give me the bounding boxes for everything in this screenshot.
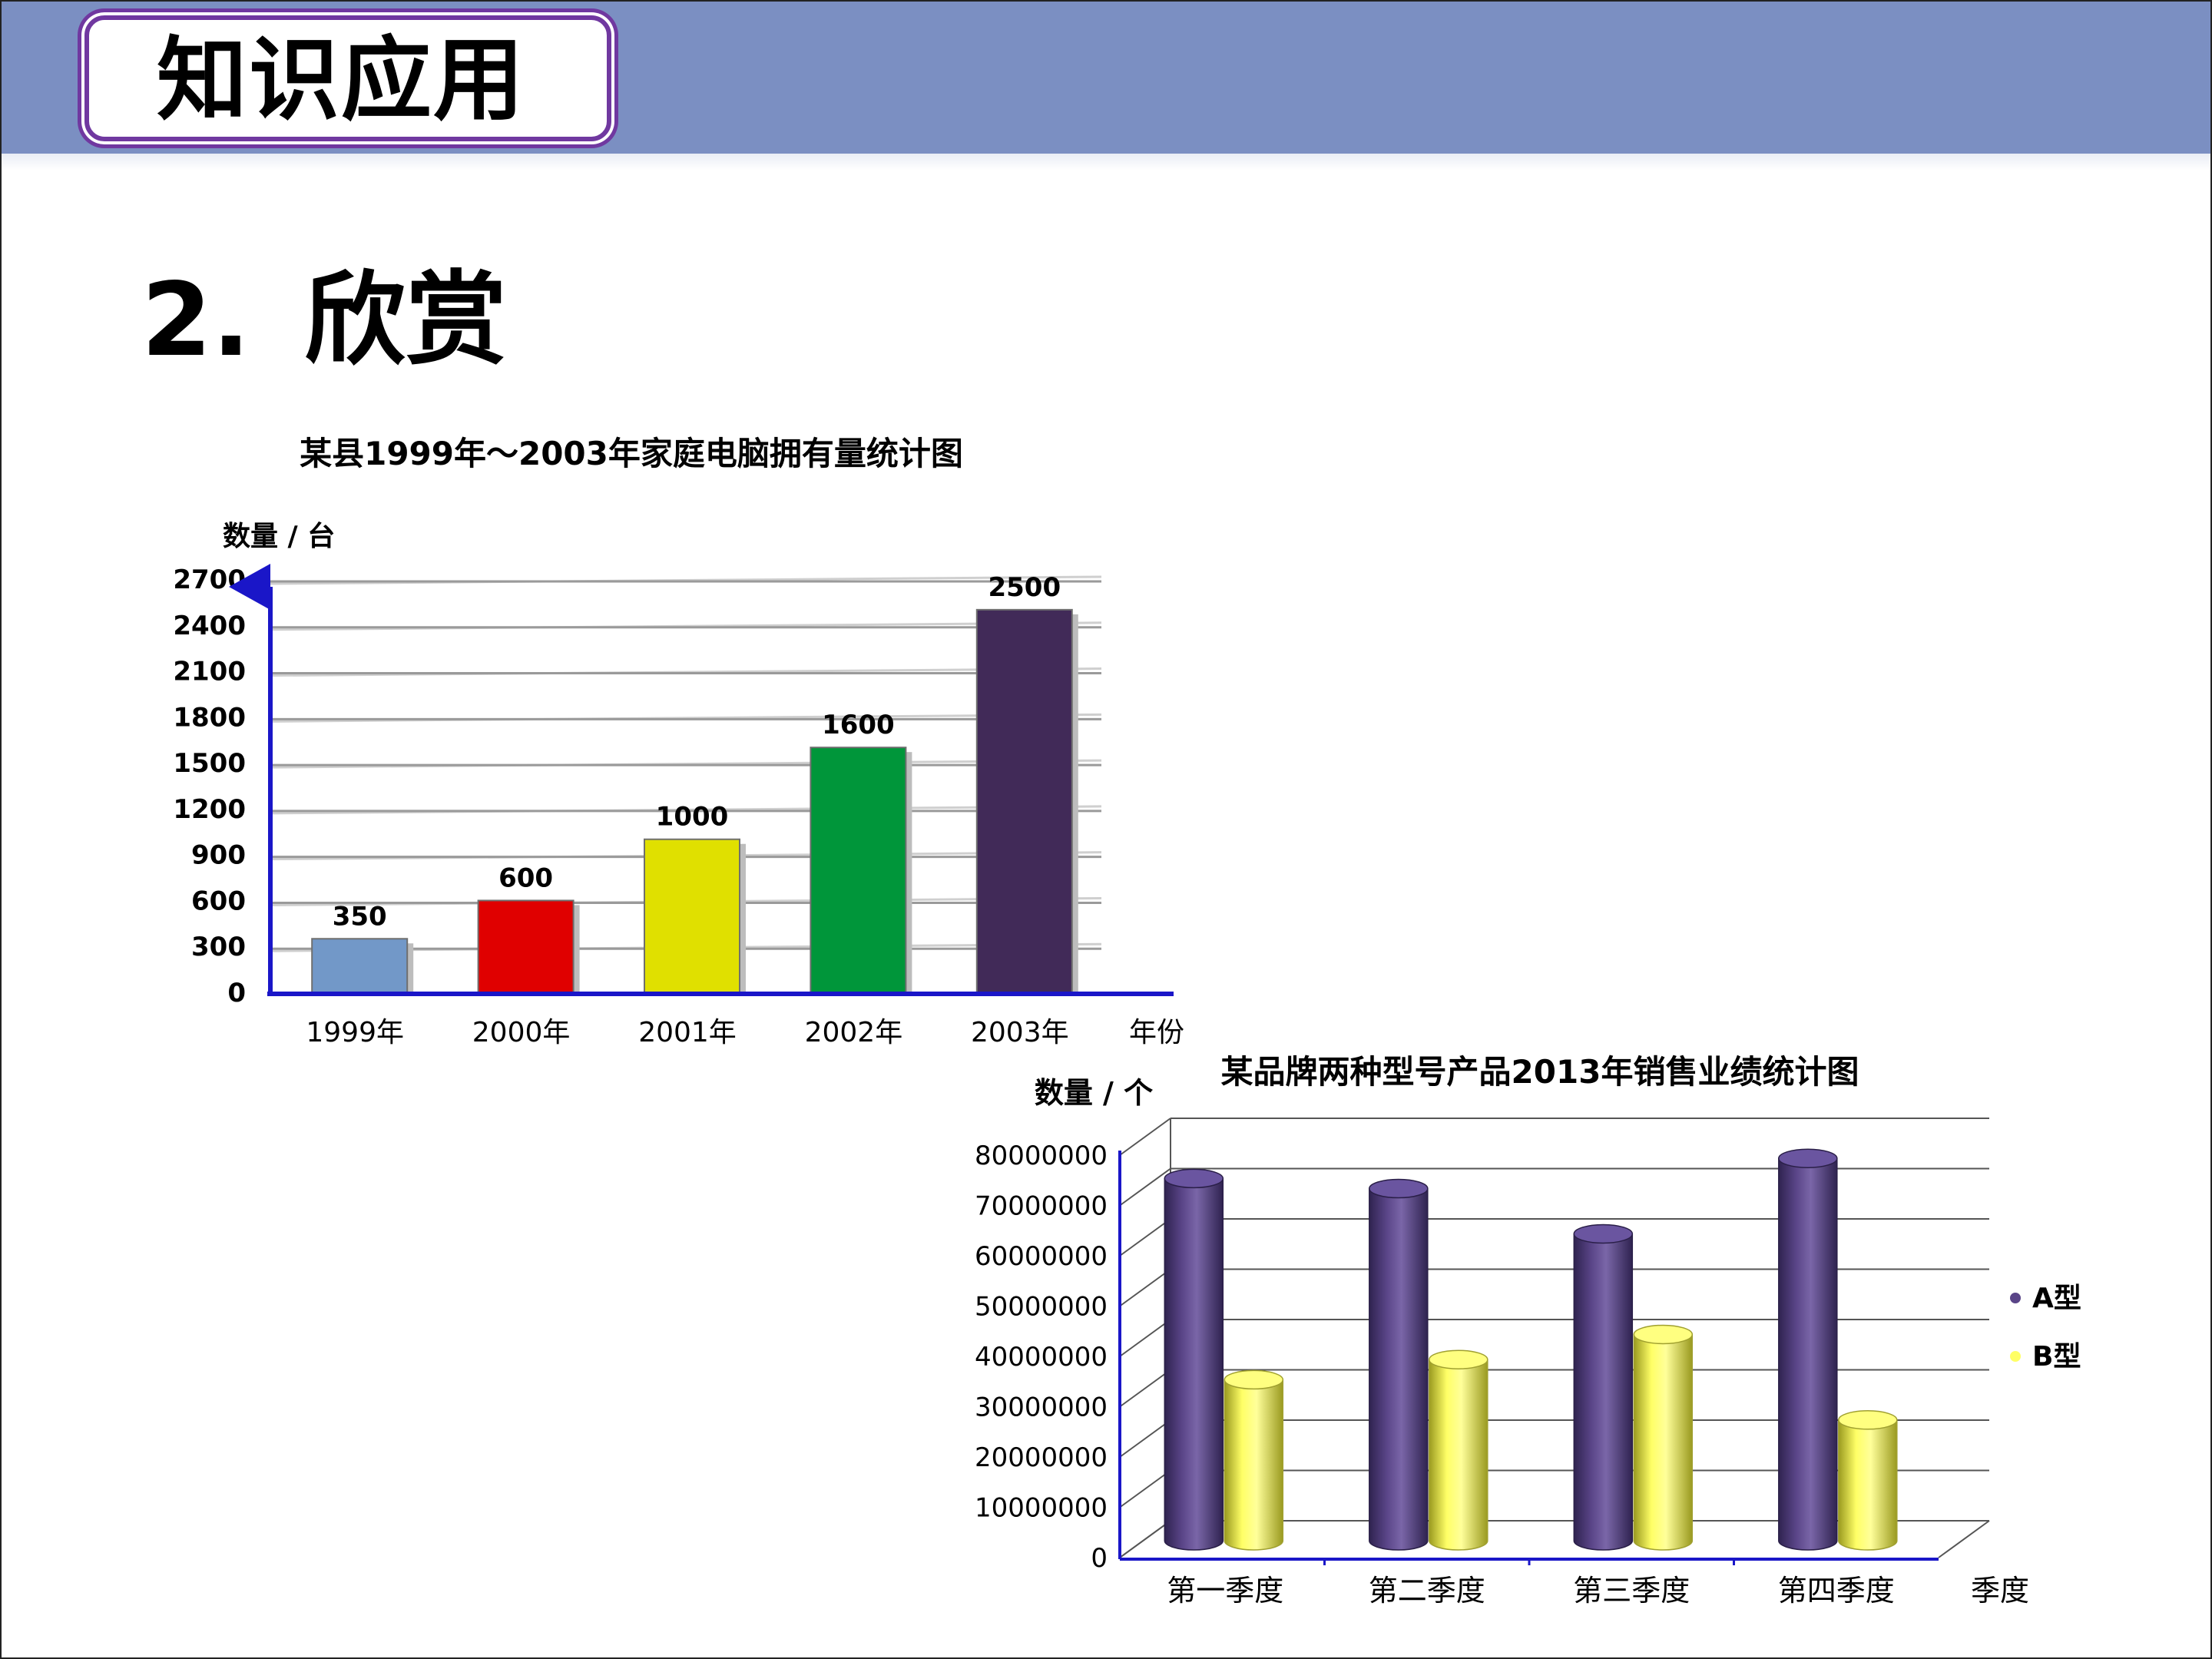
chart2-y-tick-label: 40000000: [975, 1342, 1108, 1373]
chart2-bar-b: [1633, 1333, 1694, 1551]
chart2-legend-label: B型: [2032, 1341, 2081, 1373]
chart2-title: 某品牌两种型号产品2013年销售业绩统计图: [1221, 1053, 1859, 1091]
chart2-y-tick-label: 0: [1091, 1543, 1108, 1574]
chart2-bar-a: [1369, 1187, 1429, 1551]
chart2-gridline: [1119, 1469, 1171, 1508]
chart2-y-tick-label: 10000000: [975, 1493, 1108, 1524]
chart2-bar-a: [1164, 1177, 1224, 1551]
chart2-bar-cap: [1224, 1369, 1284, 1390]
chart2-gridline: [1119, 1167, 1171, 1207]
chart2-legend-marker: [2010, 1293, 2021, 1303]
chart2-bar-a: [1778, 1157, 1838, 1551]
chart2-bar-cap: [1778, 1148, 1838, 1168]
chart2-y-tick-label: 30000000: [975, 1392, 1108, 1423]
sales-performance-chart: 某品牌两种型号产品2013年销售业绩统计图数量 / 个 0 10000000 2000…: [975, 1053, 2081, 1608]
chart2-gridline: [1119, 1419, 1171, 1458]
chart2-floor-edge: [1938, 1520, 1990, 1558]
chart2-y-tick-label: 50000000: [975, 1292, 1108, 1323]
chart2-bar-cap: [1573, 1224, 1634, 1244]
chart2-bar-a: [1573, 1233, 1634, 1551]
chart2-bar-cap: [1838, 1410, 1898, 1430]
chart2-y-tick-label: 70000000: [975, 1191, 1108, 1222]
chart2-x-tick-label: 第二季度: [1369, 1574, 1485, 1608]
chart2-x-tick-label: 第一季度: [1167, 1574, 1283, 1608]
chart2-legend-label: A型: [2032, 1283, 2081, 1314]
chart2-bar-cap: [1633, 1324, 1694, 1345]
chart2-legend-marker: [2010, 1351, 2021, 1362]
chart2-bar-b: [1429, 1359, 1488, 1551]
chart2-y-axis-label: 数量 / 个: [1035, 1076, 1153, 1110]
chart2-gridline: [1119, 1268, 1171, 1307]
chart2-bar-b: [1224, 1379, 1284, 1551]
slide: 知识应用 2. 欣赏 某县1999年～2003年家庭电脑拥有量统计图 数量 / 台0…: [0, 0, 2212, 1659]
chart2-bar-cap: [1429, 1349, 1488, 1369]
chart2-gridline: [1119, 1118, 1171, 1156]
chart2-x-tick-label: 第三季度: [1573, 1574, 1690, 1608]
chart2-x-axis-label: 季度: [1971, 1574, 2029, 1608]
chart2-y-tick-label: 20000000: [975, 1442, 1108, 1473]
chart2-gridline: [1119, 1369, 1171, 1408]
chart2-bar-cap: [1164, 1168, 1224, 1189]
chart2-y-tick-label: 60000000: [975, 1241, 1108, 1272]
chart2-gridline: [1119, 1218, 1171, 1257]
chart2-bar-b: [1838, 1419, 1898, 1551]
chart2-y-tick-label: 80000000: [975, 1141, 1108, 1171]
chart2-bar-cap: [1369, 1178, 1429, 1199]
chart2-gridline: [1119, 1319, 1171, 1357]
chart2-x-tick-label: 第四季度: [1778, 1574, 1895, 1608]
chart2-gridline: [1119, 1520, 1171, 1558]
